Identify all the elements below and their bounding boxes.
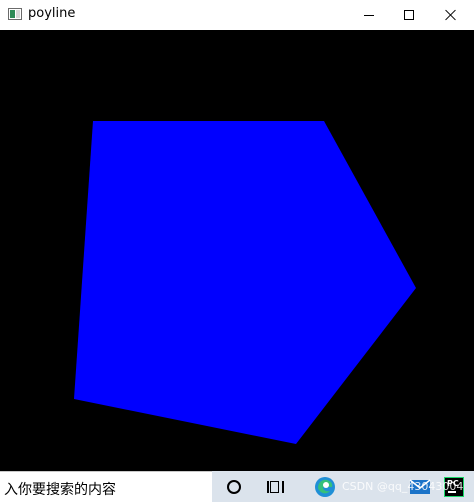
drawing-canvas	[0, 30, 474, 471]
edge-browser-icon	[315, 476, 335, 497]
window-title-bar[interactable]: poyline	[0, 0, 474, 30]
task-view-icon	[267, 480, 285, 494]
blue-polygon	[74, 121, 416, 444]
mail-button[interactable]	[402, 471, 438, 502]
task-view-button[interactable]	[258, 471, 294, 502]
cortana-icon	[227, 479, 241, 494]
close-icon	[445, 9, 457, 21]
pycharm-icon: PC	[444, 476, 464, 497]
search-placeholder: 入你要搜索的内容	[4, 482, 116, 498]
canvas-svg	[74, 121, 416, 444]
minimize-icon	[364, 14, 374, 16]
maximize-icon	[404, 10, 414, 20]
pycharm-button[interactable]: PC	[436, 471, 472, 502]
mail-icon	[409, 478, 431, 494]
maximize-button[interactable]	[386, 0, 432, 30]
edge-browser-button[interactable]	[307, 471, 343, 502]
taskbar-search-box[interactable]: 入你要搜索的内容	[0, 471, 212, 502]
window-title: poyline	[28, 6, 76, 21]
cortana-button[interactable]	[216, 471, 252, 502]
app-window-icon	[8, 8, 22, 20]
taskbar: 入你要搜索的内容 PC CSDN @qq_43043004	[0, 471, 474, 502]
close-button[interactable]	[428, 0, 474, 30]
